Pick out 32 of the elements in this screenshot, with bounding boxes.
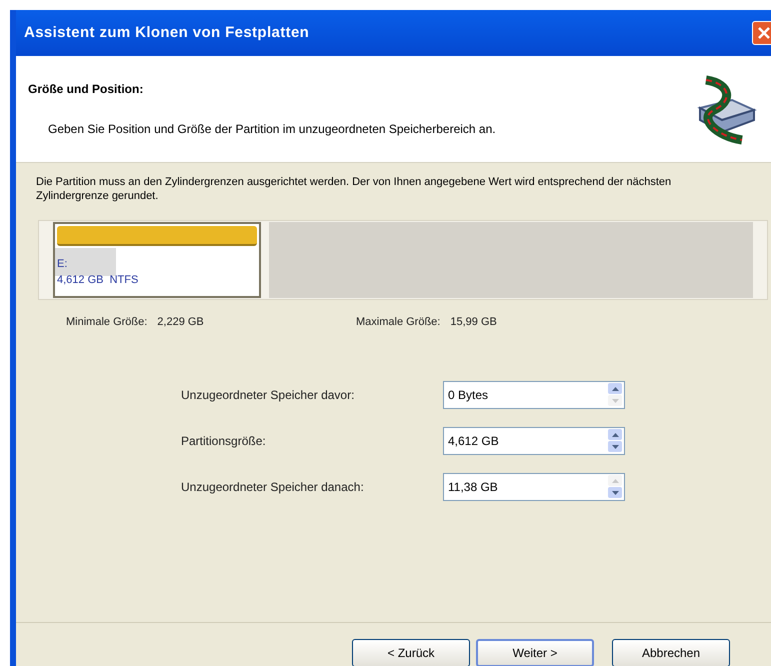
wizard-button[interactable]: Weiter >: [476, 639, 594, 666]
up-arrow-icon: [612, 478, 618, 482]
field-label: Partitionsgröße:: [181, 432, 267, 450]
partition-letter: E:: [57, 256, 68, 272]
close-button[interactable]: [752, 21, 771, 45]
header-description: Geben Sie Position und Größe der Partition im unzugeordneten Speicherbereich an.: [47, 121, 496, 138]
spin-field[interactable]: 11,38 GB: [443, 472, 625, 500]
down-arrow-icon: [612, 398, 618, 402]
down-arrow-icon: [612, 444, 618, 448]
partition-block[interactable]: E: 4,612 GB NTFS: [53, 222, 261, 298]
up-arrow-icon: [612, 386, 618, 390]
max-size-label: Maximale Größe:: [356, 315, 440, 330]
spin-up-button[interactable]: [608, 383, 622, 394]
spin-field[interactable]: 0 Bytes: [443, 380, 625, 408]
wizard-button[interactable]: < Zurück: [352, 639, 470, 666]
up-arrow-icon: [612, 432, 618, 436]
field-label: Unzugeordneter Speicher danach:: [181, 478, 365, 496]
min-size-value: 2,229 GB: [157, 315, 204, 330]
wizard-button[interactable]: Abbrechen: [612, 639, 730, 666]
window-title: Assistent zum Klonen von Festplatten: [24, 22, 310, 43]
close-icon: [758, 27, 770, 39]
field-label: Unzugeordneter Speicher davor:: [181, 386, 356, 404]
spin-field[interactable]: 4,612 GB: [443, 426, 625, 454]
spin-up-button[interactable]: [608, 429, 622, 440]
alignment-note: Die Partition muss an den Zylindergrenzen ausgerichtet werden. Der von Ihnen angegebene Wert wird entsprechend der nächsten Zylindergrenze gerundet.: [35, 175, 672, 203]
max-size-value: 15,99 GB: [450, 315, 497, 330]
partition-info: 4,612 GB NTFS: [57, 273, 140, 288]
min-size-label: Minimale Größe:: [66, 315, 148, 330]
spin-down-button[interactable]: [608, 487, 622, 498]
header-title: Größe und Position:: [28, 81, 144, 98]
spin-down-button[interactable]: [608, 441, 622, 452]
down-arrow-icon: [612, 490, 618, 494]
